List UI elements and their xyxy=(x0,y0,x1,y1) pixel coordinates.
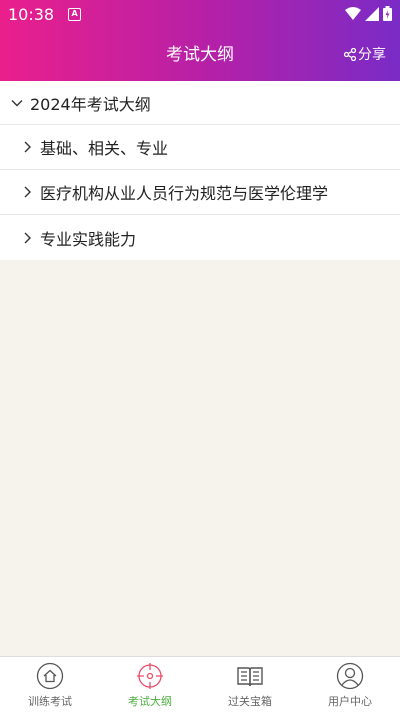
outline-list: 2024年考试大纲 基础、相关、专业 医疗机构从业人员行为规范与医学伦理学 专业… xyxy=(0,81,400,260)
chevron-down-icon xyxy=(11,99,23,106)
target-icon xyxy=(137,663,163,689)
user-icon xyxy=(336,662,364,690)
wifi-icon xyxy=(345,6,361,20)
chevron-right-icon xyxy=(24,186,31,198)
home-icon xyxy=(36,662,64,690)
bottom-tab-bar: 训练考试 考试大纲 过关宝箱 用户中心 xyxy=(0,656,400,712)
notification-app-icon: A xyxy=(68,7,82,21)
chevron-right-icon xyxy=(24,232,31,243)
tab-training-exam[interactable]: 训练考试 xyxy=(0,657,100,712)
outline-item-label: 医疗机构从业人员行为规范与医学伦理学 xyxy=(40,184,329,203)
status-time: 10:38 xyxy=(8,4,55,24)
cell-signal-icon xyxy=(365,6,379,21)
share-button[interactable]: 分享 xyxy=(344,44,386,64)
battery-icon xyxy=(383,6,392,21)
outline-group-title: 2024年考试大纲 xyxy=(30,94,151,114)
outline-item-label: 基础、相关、专业 xyxy=(40,139,169,158)
outline-item[interactable]: 专业实践能力 xyxy=(0,215,400,260)
app-header: 10:38 A 考试大纲 分享 xyxy=(0,0,400,81)
share-icon xyxy=(344,47,356,61)
tab-user-center[interactable]: 用户中心 xyxy=(300,657,400,712)
tab-label: 考试大纲 xyxy=(128,695,172,708)
outline-item[interactable]: 基础、相关、专业 xyxy=(0,125,400,170)
outline-item-label: 专业实践能力 xyxy=(40,229,137,249)
outline-group-header[interactable]: 2024年考试大纲 xyxy=(0,81,400,125)
tab-label: 训练考试 xyxy=(28,695,72,708)
page-title: 考试大纲 xyxy=(166,45,234,65)
book-icon xyxy=(237,667,263,687)
outline-item[interactable]: 医疗机构从业人员行为规范与医学伦理学 xyxy=(0,170,400,215)
tab-label: 用户中心 xyxy=(328,695,372,708)
tab-label: 过关宝箱 xyxy=(228,695,272,708)
chevron-right-icon xyxy=(24,141,31,153)
status-icons xyxy=(345,6,392,21)
status-bar: 10:38 A xyxy=(0,0,400,28)
share-label: 分享 xyxy=(358,47,386,63)
tab-exam-outline[interactable]: 考试大纲 xyxy=(100,657,200,712)
tab-pass-treasure[interactable]: 过关宝箱 xyxy=(200,657,300,712)
